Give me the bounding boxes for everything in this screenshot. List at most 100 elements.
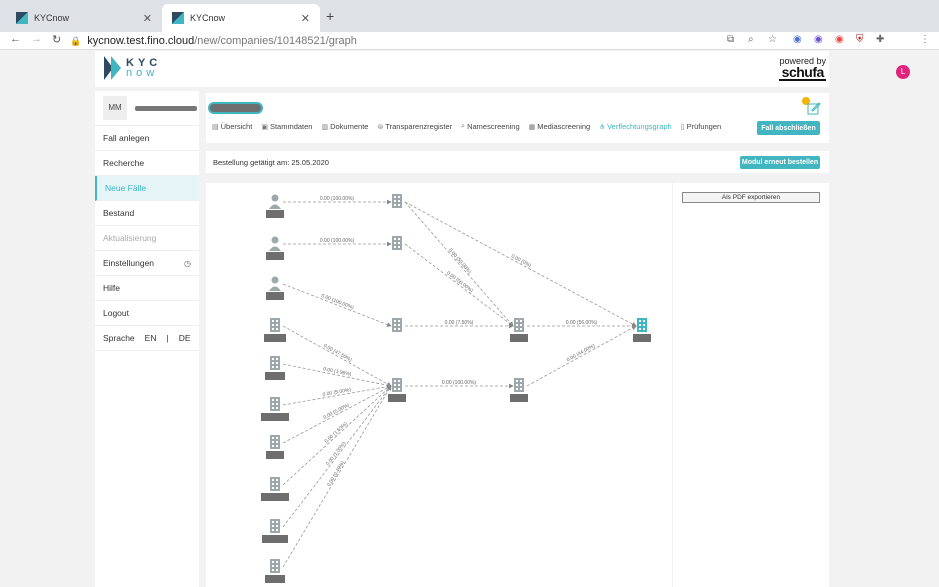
close-case-button[interactable]: Fall abschließen [757, 121, 820, 135]
back-icon[interactable]: ← [10, 33, 21, 45]
edge-share-label: 0.00 (1.63%) [324, 421, 349, 445]
language-en[interactable]: EN [145, 333, 157, 343]
tab-dokumente[interactable]: ▥ Dokumente [321, 122, 368, 131]
tab-label: Mediascreening [537, 122, 591, 131]
person-node[interactable] [266, 194, 284, 219]
edit-icon[interactable] [807, 101, 821, 115]
company-node[interactable] [510, 318, 528, 342]
company-node[interactable] [261, 477, 289, 501]
company-node[interactable] [392, 318, 402, 332]
edge-share-label: 0.00 (5.00%) [322, 387, 352, 398]
order-date-text: Bestellung getätigt am: 25.05.2020 [213, 158, 329, 167]
person-node[interactable] [266, 236, 284, 261]
case-header-card: ▤ Übersicht ▣ Stammdaten ▥ Dokumente ⊜ Trans… [206, 93, 829, 143]
browser-tab-2[interactable]: KYCnow ✕ [162, 4, 320, 32]
company-node[interactable] [264, 318, 286, 342]
person-icon [269, 236, 281, 251]
sidebar: MM Fall anlegen Recherche Neue Fälle Bes… [95, 91, 199, 587]
translate-icon[interactable]: ⧉ [727, 34, 734, 45]
export-pdf-button[interactable]: Als PDF exportieren [682, 192, 820, 203]
tab-transparenzregister[interactable]: ⊜ Transparenzregister [377, 122, 452, 131]
company-node[interactable] [392, 194, 402, 208]
person-icon [269, 194, 281, 209]
company-node[interactable] [392, 236, 402, 250]
puzzle-icon[interactable]: ✚ [876, 34, 884, 45]
sidebar-item-label: Neue Fälle [105, 183, 147, 193]
tab-label: Stammdaten [269, 122, 313, 131]
building-icon [270, 435, 280, 449]
building-icon [392, 236, 402, 250]
tab-namescreening[interactable]: ⌕ Namescreening [461, 122, 519, 131]
clock-icon: ◷ [184, 258, 191, 268]
extension-icon[interactable]: ◉ [814, 34, 823, 45]
edge-share-label: 0.00 (0%) [510, 253, 532, 269]
edge-share-label: 0.00 (44.00%) [566, 343, 597, 364]
language-label: Sprache [103, 333, 135, 343]
overview-icon: ▤ [212, 123, 219, 131]
company-node[interactable] [388, 378, 406, 402]
url-field[interactable]: 🔒 kycnow.test.fino.cloud /new/companies/… [70, 33, 710, 49]
profile-avatar[interactable]: L [896, 65, 910, 79]
tab-verflechtungsgraph[interactable]: ⋔ Verflechtungsgraph [599, 122, 672, 131]
company-node[interactable] [265, 356, 285, 380]
logo-text-bottom: now [126, 67, 159, 79]
close-tab-icon[interactable]: ✕ [143, 12, 152, 25]
sidebar-item-recherche[interactable]: Recherche [95, 151, 199, 176]
user-box[interactable]: MM [95, 91, 199, 126]
reorder-module-button[interactable]: Modul erneut bestellen [740, 156, 820, 169]
extension-icon[interactable]: ◉ [793, 34, 802, 45]
tab-stammdaten[interactable]: ▣ Stammdaten [261, 122, 312, 131]
reload-icon[interactable]: ↻ [52, 33, 61, 46]
tab-mediascreening[interactable]: ▦ Mediascreening [529, 122, 591, 131]
sidebar-item-label: Aktualisierung [103, 233, 157, 243]
forward-icon[interactable]: → [31, 33, 42, 45]
company-node[interactable] [265, 559, 285, 583]
browser-tab-title: KYCnow [190, 13, 226, 23]
company-node[interactable] [510, 378, 528, 402]
bookmark-star-icon[interactable]: ☆ [768, 34, 777, 45]
relationship-graph[interactable]: 0.00 (100.00%) 0.00 (100.00%) 0.00 (100.00… [206, 183, 672, 587]
zoom-icon[interactable]: ⌕ [748, 34, 754, 45]
company-node[interactable] [261, 397, 289, 421]
language-de[interactable]: DE [179, 333, 191, 343]
sidebar-item-fall-anlegen[interactable]: Fall anlegen [95, 126, 199, 151]
edge-share-label: 0.00 (5.00%) [322, 402, 350, 421]
browser-tab-title: KYCnow [34, 13, 70, 23]
sidebar-item-einstellungen[interactable]: Einstellungen ◷ [95, 251, 199, 276]
sidebar-item-logout[interactable]: Logout [95, 301, 199, 326]
more-menu-icon[interactable]: ⋮ [920, 34, 930, 45]
node-label-redacted [261, 493, 289, 501]
company-node[interactable] [266, 435, 284, 459]
company-node[interactable] [262, 519, 288, 543]
browser-tab-1[interactable]: KYCnow ✕ [6, 4, 162, 32]
node-label-redacted [265, 372, 285, 380]
close-tab-icon[interactable]: ✕ [301, 12, 310, 25]
extension-icon[interactable]: ◉ [835, 34, 844, 45]
person-node[interactable] [266, 276, 284, 301]
node-label-redacted [261, 413, 289, 421]
language-switch: Sprache EN | DE [95, 326, 199, 351]
sidebar-item-neue-faelle[interactable]: Neue Fälle [95, 176, 199, 201]
sidebar-item-aktualisierung[interactable]: Aktualisierung [95, 226, 199, 251]
building-icon [270, 519, 280, 533]
tab-label: Prüfungen [686, 122, 722, 131]
kycnow-logo[interactable]: KYC now [104, 56, 161, 80]
new-tab-icon[interactable]: + [326, 8, 334, 24]
sidebar-item-hilfe[interactable]: Hilfe [95, 276, 199, 301]
sidebar-item-bestand[interactable]: Bestand [95, 201, 199, 226]
url-path: /new/companies/10148521/graph [194, 35, 357, 47]
schufa-logo: schufa [779, 65, 826, 81]
node-label-redacted [265, 575, 285, 583]
sidebar-item-label: Recherche [103, 158, 145, 168]
building-icon [392, 318, 402, 332]
relationship-graph-panel: 0.00 (100.00%) 0.00 (100.00%) 0.00 (100.00… [206, 183, 672, 587]
tab-uebersicht[interactable]: ▤ Übersicht [212, 122, 252, 131]
shield-extension-icon[interactable]: ⛨ [856, 34, 864, 45]
tab-label: Verflechtungsgraph [607, 122, 672, 131]
kycnow-favicon-icon [172, 12, 184, 24]
target-company-node[interactable] [633, 318, 651, 342]
powered-by-logo: powered by schufa [779, 56, 826, 81]
documents-icon: ▥ [321, 123, 329, 131]
tab-pruefungen[interactable]: ▯ Prüfungen [681, 122, 721, 131]
node-label-redacted [266, 292, 284, 300]
